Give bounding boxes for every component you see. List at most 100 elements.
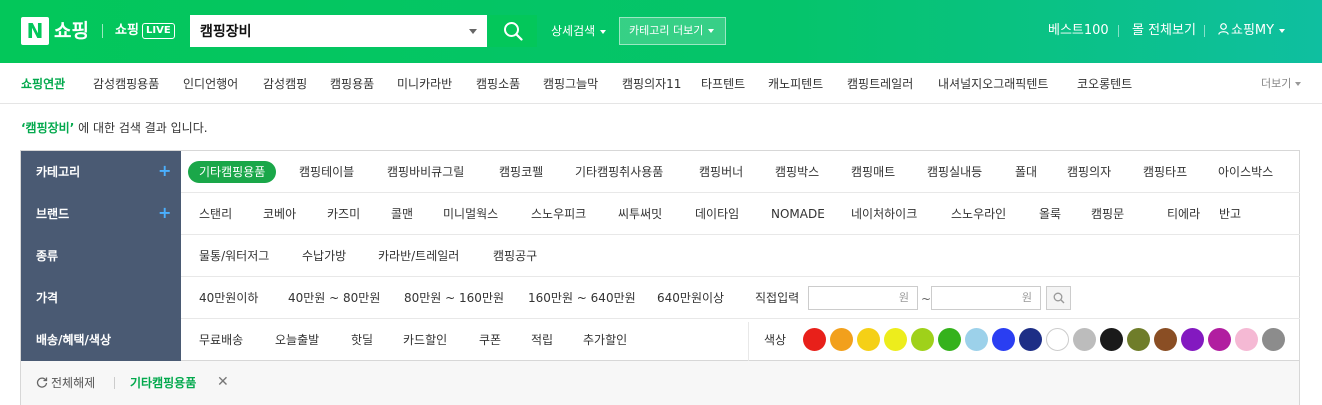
category-chip[interactable]: 캠핑바비큐그릴: [387, 164, 464, 180]
category-more-button[interactable]: 카테고리 더보기: [619, 17, 726, 45]
brand-chip[interactable]: 올룩: [1039, 206, 1061, 222]
color-swatch-white[interactable]: [1046, 328, 1069, 351]
brand-chip[interactable]: 카즈미: [327, 206, 360, 222]
my-shopping-menu[interactable]: 쇼핑MY: [1218, 22, 1286, 40]
search-input[interactable]: [200, 20, 460, 42]
delivery-chip[interactable]: 카드할인: [403, 332, 447, 348]
related-keyword[interactable]: 캠핑트레일러: [847, 76, 913, 92]
color-swatch-gray[interactable]: [1073, 328, 1096, 351]
color-swatch-purple[interactable]: [1181, 328, 1204, 351]
brand-chip[interactable]: 코베아: [263, 206, 296, 222]
brand-chip[interactable]: 콜맨: [391, 206, 413, 222]
best100-link[interactable]: 베스트100: [1048, 22, 1109, 40]
type-chip[interactable]: 캠핑공구: [493, 248, 537, 264]
category-chip-selected[interactable]: 기타캠핑용품: [188, 161, 277, 183]
delivery-chip[interactable]: 적립: [531, 332, 553, 348]
brand-chip[interactable]: 캠핑문: [1091, 206, 1124, 222]
brand-chip[interactable]: 반고: [1219, 206, 1241, 222]
brand-chip[interactable]: NOMADE: [771, 206, 825, 222]
brand-chip[interactable]: 네이처하이크: [851, 206, 917, 222]
price-chip[interactable]: 80만원 ~ 160만원: [404, 290, 504, 306]
type-chip[interactable]: 물통/워터저그: [199, 248, 269, 264]
price-chip[interactable]: 40만원 ~ 80만원: [288, 290, 380, 306]
brand-chip[interactable]: 스탠리: [199, 206, 232, 222]
delivery-chip[interactable]: 추가할인: [583, 332, 627, 348]
brand-chip[interactable]: 씨투써밋: [618, 206, 662, 222]
delivery-chip[interactable]: 오늘출발: [275, 332, 319, 348]
category-chip[interactable]: 캠핑의자: [1067, 164, 1111, 180]
category-chip[interactable]: 폴대: [1015, 164, 1037, 180]
category-chip[interactable]: 기타캠핑취사용품: [575, 164, 663, 180]
related-keyword[interactable]: 캠핑의자11: [622, 76, 681, 92]
color-swatch-pink[interactable]: [1235, 328, 1258, 351]
category-chip[interactable]: 아이스박스: [1218, 164, 1273, 180]
related-keyword[interactable]: 캠핑그늘막: [543, 76, 598, 92]
live-badge[interactable]: LIVE: [142, 23, 175, 39]
color-swatch-khaki[interactable]: [1127, 328, 1150, 351]
related-keyword[interactable]: 캠핑용품: [330, 76, 374, 92]
refresh-icon: [36, 377, 48, 388]
autocomplete-toggle-icon[interactable]: [469, 29, 477, 34]
color-swatch-blue[interactable]: [992, 328, 1015, 351]
brand-chip[interactable]: 스노우피크: [531, 206, 586, 222]
color-swatch-magenta[interactable]: [1208, 328, 1231, 351]
color-swatch-lemon[interactable]: [884, 328, 907, 351]
filter-brand-header[interactable]: 브랜드 +: [21, 193, 181, 235]
brand-chip[interactable]: 데이타임: [695, 206, 739, 222]
type-chip[interactable]: 수납가방: [302, 248, 346, 264]
category-chip[interactable]: 캠핑실내등: [927, 164, 982, 180]
brand-chip[interactable]: 미니멀웍스: [443, 206, 498, 222]
color-swatch-green[interactable]: [938, 328, 961, 351]
price-max-input[interactable]: 원: [931, 286, 1041, 310]
naver-logo[interactable]: N: [21, 17, 49, 45]
delivery-chip[interactable]: 쿠폰: [479, 332, 501, 348]
search-button[interactable]: [488, 15, 537, 47]
detail-search-button[interactable]: 상세검색: [551, 22, 607, 40]
category-chip[interactable]: 캠핑테이블: [299, 164, 354, 180]
color-swatch-navy[interactable]: [1019, 328, 1042, 351]
price-chip[interactable]: 40만원이하: [199, 290, 258, 306]
color-swatch-black[interactable]: [1100, 328, 1123, 351]
category-chip[interactable]: 캠핑매트: [851, 164, 895, 180]
brand-chip[interactable]: 스노우라인: [951, 206, 1006, 222]
category-chip[interactable]: 캠핑박스: [775, 164, 819, 180]
delivery-chip[interactable]: 무료배송: [199, 332, 243, 348]
price-chip[interactable]: 160만원 ~ 640만원: [528, 290, 636, 306]
expand-plus-icon[interactable]: +: [158, 204, 171, 222]
delivery-chip[interactable]: 핫딜: [351, 332, 373, 348]
color-swatch-orange[interactable]: [830, 328, 853, 351]
mall-all-link[interactable]: 몰 전체보기: [1132, 22, 1196, 40]
shopping-logo-text[interactable]: 쇼핑: [54, 18, 89, 44]
related-keyword[interactable]: 인디언행어: [183, 76, 238, 92]
related-keyword[interactable]: 내셔널지오그래픽텐트: [938, 76, 1048, 92]
related-keyword[interactable]: 타프텐트: [701, 76, 745, 92]
color-swatch-brown[interactable]: [1154, 328, 1177, 351]
reset-all-button[interactable]: 전체해제: [36, 375, 95, 391]
expand-plus-icon[interactable]: +: [158, 162, 171, 180]
price-chip[interactable]: 640만원이상: [657, 290, 724, 306]
related-keyword[interactable]: 캐노피텐트: [768, 76, 823, 92]
related-keyword[interactable]: 코오롱텐트: [1077, 76, 1132, 92]
brand-chip[interactable]: 티에라: [1167, 206, 1200, 222]
related-keyword[interactable]: 감성캠핑용품: [93, 76, 159, 92]
color-swatch-skyblue[interactable]: [965, 328, 988, 351]
price-search-button[interactable]: [1046, 286, 1071, 310]
category-chip[interactable]: 캠핑타프: [1143, 164, 1187, 180]
related-keyword[interactable]: 미니카라반: [397, 76, 452, 92]
row-divider: [181, 276, 1300, 277]
category-chip[interactable]: 캠핑버너: [699, 164, 743, 180]
related-keyword[interactable]: 캠핑소품: [476, 76, 520, 92]
color-swatch-darkgray[interactable]: [1262, 328, 1285, 351]
related-more-button[interactable]: 더보기: [1261, 77, 1302, 91]
price-min-input[interactable]: 원: [808, 286, 918, 310]
type-chip[interactable]: 카라반/트레일러: [378, 248, 459, 264]
close-icon[interactable]: ✕: [217, 374, 229, 390]
color-swatch-yellow[interactable]: [857, 328, 880, 351]
filter-category-header[interactable]: 카테고리 +: [21, 151, 181, 193]
color-swatch-red[interactable]: [803, 328, 826, 351]
chevron-down-icon: [708, 29, 715, 33]
shopping-live-text[interactable]: 쇼핑: [115, 22, 139, 40]
category-chip[interactable]: 캠핑코펠: [499, 164, 543, 180]
color-swatch-lime[interactable]: [911, 328, 934, 351]
related-keyword[interactable]: 감성캠핑: [263, 76, 307, 92]
